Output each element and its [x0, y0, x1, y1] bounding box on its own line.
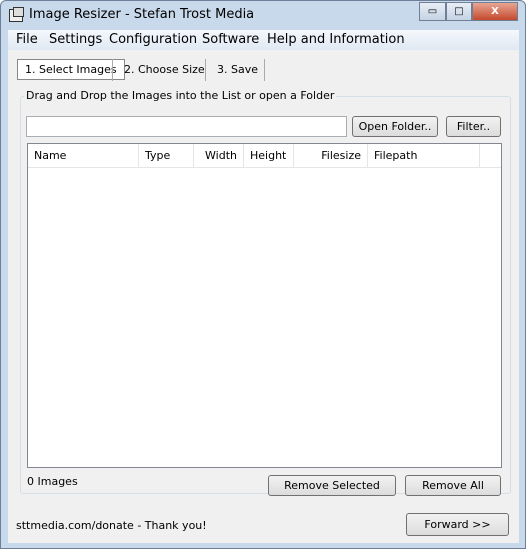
open-folder-button[interactable]: Open Folder.. — [352, 116, 438, 137]
menu-file[interactable]: File — [16, 32, 38, 47]
client-area: File Settings Configuration Software Hel… — [8, 30, 519, 543]
image-count: 0 Images — [27, 475, 78, 488]
tab-divider — [205, 59, 206, 81]
image-list[interactable]: Name Type Width Height Filesize Filepath — [27, 143, 502, 468]
column-width[interactable]: Width — [194, 144, 244, 168]
menu-software[interactable]: Software — [202, 32, 259, 47]
remove-all-button[interactable]: Remove All — [405, 475, 501, 496]
maximize-button[interactable]: □ — [446, 2, 472, 21]
window-title: Image Resizer - Stefan Trost Media — [29, 7, 255, 22]
app-icon — [9, 7, 24, 22]
folder-path-input[interactable] — [26, 116, 347, 137]
tab-select-images[interactable]: 1. Select Images — [17, 59, 125, 80]
remove-selected-button[interactable]: Remove Selected — [268, 475, 396, 496]
tab-choose-size[interactable]: 2. Choose Size — [117, 60, 212, 81]
tab-divider — [264, 59, 265, 81]
group-label: Drag and Drop the Images into the List o… — [24, 89, 337, 102]
tab-divider — [112, 59, 113, 81]
filter-button[interactable]: Filter.. — [446, 116, 501, 137]
title-bar: Image Resizer - Stefan Trost Media ▭ □ X — [1, 1, 525, 30]
column-type[interactable]: Type — [139, 144, 194, 168]
forward-button[interactable]: Forward >> — [406, 513, 509, 536]
list-header: Name Type Width Height Filesize Filepath — [28, 144, 501, 168]
donate-text: sttmedia.com/donate - Thank you! — [16, 519, 207, 532]
menu-bar: File Settings Configuration Software Hel… — [8, 30, 519, 50]
menu-help[interactable]: Help and Information — [267, 32, 405, 47]
column-filesize[interactable]: Filesize — [294, 144, 368, 168]
menu-configuration[interactable]: Configuration — [109, 32, 197, 47]
tab-save[interactable]: 3. Save — [210, 60, 265, 81]
menu-settings[interactable]: Settings — [49, 32, 102, 47]
column-filepath[interactable]: Filepath — [368, 144, 480, 168]
minimize-button[interactable]: ▭ — [419, 2, 446, 21]
app-window: Image Resizer - Stefan Trost Media ▭ □ X… — [0, 0, 526, 549]
column-name[interactable]: Name — [28, 144, 139, 168]
column-height[interactable]: Height — [244, 144, 294, 168]
close-button[interactable]: X — [472, 2, 518, 21]
